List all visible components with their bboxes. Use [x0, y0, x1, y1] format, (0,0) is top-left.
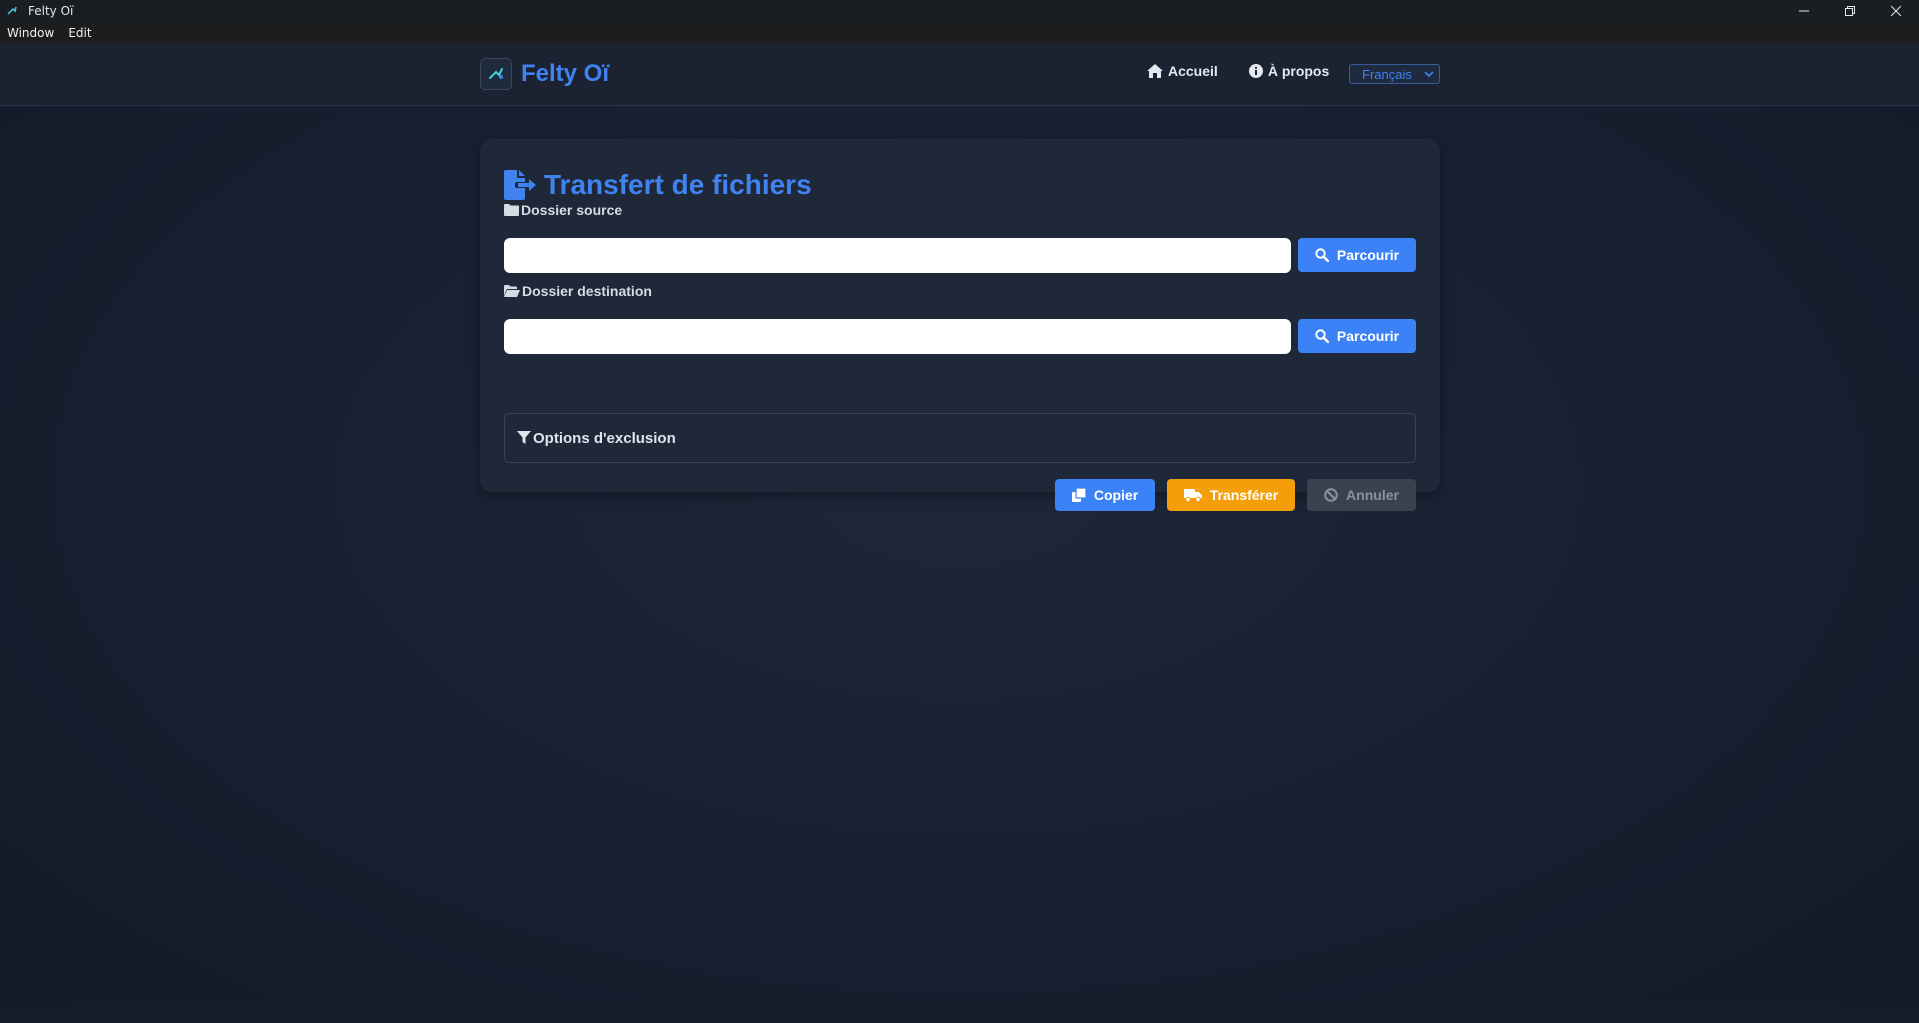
menu-window[interactable]: Window — [7, 26, 54, 40]
window-titlebar: Felty Oï — [0, 0, 1919, 22]
cancel-label: Annuler — [1346, 487, 1399, 503]
folder-icon — [504, 204, 519, 216]
home-icon — [1147, 64, 1163, 78]
language-select[interactable]: Français — [1349, 64, 1440, 84]
card-title: Transfert de fichiers — [504, 169, 812, 201]
nav-about[interactable]: À propos — [1248, 63, 1330, 79]
copy-label: Copier — [1093, 487, 1139, 503]
nav-links: Accueil À propos — [1147, 63, 1360, 79]
top-navbar: Felty Oï Accueil À propos Français — [0, 43, 1919, 106]
source-label: Dossier source — [504, 202, 622, 218]
brand[interactable]: Felty Oï — [480, 58, 609, 90]
truck-icon — [1183, 488, 1202, 502]
destination-label: Dossier destination — [504, 283, 652, 299]
chevron-down-icon — [1424, 71, 1434, 78]
menu-edit[interactable]: Edit — [68, 26, 91, 40]
nav-home-label: Accueil — [1168, 63, 1218, 79]
cancel-button[interactable]: Annuler — [1307, 479, 1416, 511]
destination-folder-input[interactable] — [504, 319, 1291, 354]
browse-source-label: Parcourir — [1336, 247, 1400, 263]
search-icon — [1315, 248, 1329, 262]
language-selected: Français — [1362, 66, 1412, 82]
folder-open-icon — [504, 285, 520, 297]
transfer-label: Transférer — [1209, 487, 1279, 503]
nav-about-label: À propos — [1267, 63, 1330, 79]
brand-name: Felty Oï — [521, 60, 610, 87]
ban-icon — [1324, 488, 1338, 502]
file-transfer-card: Transfert de fichiers Dossier source Par… — [480, 139, 1440, 511]
copy-button[interactable]: Copier — [1055, 479, 1155, 511]
destination-label-text: Dossier destination — [522, 283, 652, 299]
browse-destination-button[interactable]: Parcourir — [1298, 319, 1416, 353]
nav-home[interactable]: Accueil — [1147, 63, 1218, 79]
menubar: Window Edit — [0, 22, 1919, 43]
search-icon — [1315, 329, 1329, 343]
minimize-button[interactable] — [1781, 0, 1827, 22]
browse-destination-label: Parcourir — [1336, 328, 1400, 344]
file-export-icon — [504, 170, 536, 200]
copy-icon — [1071, 488, 1086, 502]
info-icon — [1248, 64, 1263, 78]
filter-icon — [517, 431, 531, 444]
source-label-text: Dossier source — [521, 202, 623, 218]
app-icon — [6, 5, 18, 17]
source-folder-input[interactable] — [504, 238, 1291, 273]
page-title: Transfert de fichiers — [544, 169, 812, 200]
close-button[interactable] — [1873, 0, 1919, 22]
restore-button[interactable] — [1827, 0, 1873, 22]
logo-icon — [480, 58, 512, 90]
browse-source-button[interactable]: Parcourir — [1298, 238, 1416, 272]
exclusion-options-toggle[interactable]: Options d'exclusion — [504, 413, 1416, 463]
window-title: Felty Oï — [28, 4, 74, 18]
transfer-button[interactable]: Transférer — [1167, 479, 1295, 511]
exclusion-options-label: Options d'exclusion — [533, 429, 676, 447]
bottom-strip — [0, 1005, 1919, 1023]
window-controls — [1781, 0, 1919, 22]
app-area: Felty Oï Accueil À propos Français Trans… — [0, 43, 1919, 1023]
